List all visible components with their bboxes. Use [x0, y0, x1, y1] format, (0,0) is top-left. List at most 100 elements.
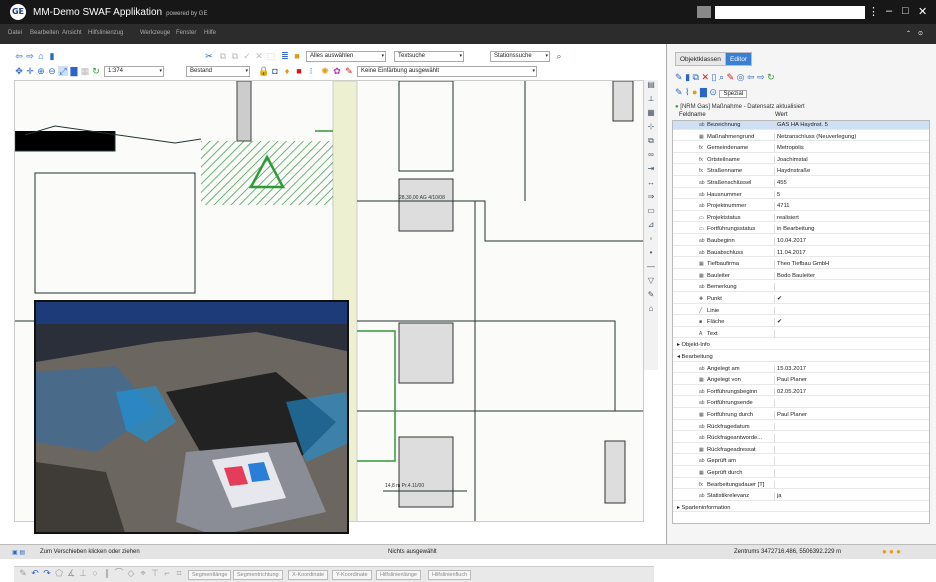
field-value[interactable]: Theo Tiefbau GmbH	[774, 260, 909, 269]
field-value[interactable]: 5	[774, 190, 909, 199]
field-value[interactable]: GAS HA Haydnst. 5	[774, 121, 909, 129]
bracket-icon[interactable]: ⌐	[162, 568, 172, 578]
tool-move-icon[interactable]: ⇒	[644, 192, 658, 206]
field-value[interactable]: 02.05.2017	[774, 387, 909, 396]
forward-icon[interactable]: ⇨	[25, 51, 35, 61]
layer-dropdown[interactable]: Bestand ▾	[186, 66, 250, 77]
para-icon[interactable]: ∥	[102, 568, 112, 578]
bookmark-icon[interactable]: ▯	[712, 72, 717, 82]
field-value[interactable]	[774, 422, 909, 431]
grid-row[interactable]: ab Fortführungsbeginn 02.05.2017	[673, 387, 929, 397]
print-icon[interactable]: ▇	[69, 66, 79, 76]
close-button[interactable]: ✕	[918, 5, 927, 18]
menu-hilfslinienzug[interactable]: Hilfslinienzug	[88, 30, 123, 36]
textsearch-dropdown[interactable]: Textsuche ▾	[394, 51, 464, 62]
field-value[interactable]	[774, 329, 909, 338]
x-coordinate-button[interactable]: X-Koordinate	[288, 570, 329, 580]
field-value[interactable]	[774, 445, 909, 454]
save-icon[interactable]: ▮	[685, 72, 690, 82]
folder-icon[interactable]: ■	[292, 51, 302, 61]
tool-snap-icon[interactable]: ⊹	[644, 122, 658, 136]
grid-row[interactable]: ab Angelegt am 15.03.2017	[673, 364, 929, 374]
menu-ansicht[interactable]: Ansicht	[62, 30, 82, 36]
field-value[interactable]: 11.04.2017	[774, 248, 909, 257]
move-icon[interactable]: ✛	[25, 66, 35, 76]
binoculars-icon[interactable]: ◎	[737, 72, 745, 82]
scale-dropdown[interactable]: 1:374 ▾	[104, 66, 164, 77]
grid-row[interactable]: ab Rückfragedatum	[673, 422, 929, 432]
camera-icon[interactable]: ◘	[270, 66, 280, 76]
grid-row[interactable]: ■ Fläche ✔	[673, 318, 929, 327]
curve-icon[interactable]: ⌒	[114, 568, 124, 578]
field-value[interactable]: 4711	[774, 202, 909, 211]
tool-layers-icon[interactable]: ▤	[644, 80, 658, 94]
node-icon[interactable]: ◇	[126, 568, 136, 578]
pen-icon[interactable]: ✎	[727, 72, 735, 82]
zoom-extent-icon[interactable]: ⤢	[58, 66, 68, 76]
tool-grid-icon[interactable]: ▦	[644, 108, 658, 122]
tab-editor[interactable]: Editor	[725, 52, 752, 66]
print-icon[interactable]: ▇	[700, 87, 707, 97]
field-value[interactable]: Haydnstraße	[774, 167, 909, 176]
field-value[interactable]: ja	[774, 492, 909, 501]
back-icon[interactable]: ⇦	[14, 51, 24, 61]
stationsearch-dropdown[interactable]: Stationssuche ▾	[490, 51, 550, 62]
grid-row[interactable]: ▦ Maßnahmengrund Netzanschluss (Neuverlegu…	[673, 132, 929, 142]
grid-row[interactable]: ab Fortführungsende	[673, 399, 929, 409]
menu-datei[interactable]: Datei	[8, 30, 22, 36]
grid-row[interactable]: ▦ Tiefbaufirma Theo Tiefbau GmbH	[673, 260, 929, 269]
zoom-icon[interactable]: ⌕	[719, 72, 724, 82]
grid-snap-icon[interactable]: ⌗	[174, 568, 184, 578]
marker-icon[interactable]: ●	[692, 87, 697, 97]
guideline-flight-button[interactable]: Hilfslinienfluch	[428, 570, 472, 580]
tool-lock-icon[interactable]: ⌂	[644, 304, 658, 318]
field-value[interactable]	[774, 469, 909, 477]
tool-arrow-icon[interactable]: ↔	[644, 178, 658, 192]
home-icon[interactable]: ⌂	[36, 51, 46, 61]
tool-pen-icon[interactable]: ✎	[644, 290, 658, 304]
perp-icon[interactable]: ⊥	[78, 568, 88, 578]
field-value[interactable]: 10.04.2017	[774, 237, 909, 245]
tool-node-icon[interactable]: ◦	[644, 234, 658, 248]
minimize-button[interactable]: –	[886, 5, 892, 17]
field-value[interactable]	[774, 306, 909, 315]
tool-copy-icon[interactable]: ⧉	[644, 136, 658, 150]
grid-row[interactable]: ab Bezeichnung GAS HA Haydnst. 5	[673, 121, 929, 130]
grid-row[interactable]: ✚ Punkt ✔	[673, 295, 929, 304]
grid-row[interactable]: fx Gemeindename Metropolis	[673, 144, 929, 153]
menu-werkzeuge[interactable]: Werkzeuge	[140, 30, 170, 36]
grid-row[interactable]: fx Straßenname Haydnstraße	[673, 167, 929, 177]
field-value[interactable]	[774, 283, 909, 292]
field-value[interactable]: 455	[774, 179, 909, 187]
zoom-out-icon[interactable]: ⊖	[47, 66, 57, 76]
style-icon[interactable]: ✿	[332, 66, 342, 76]
brush-icon[interactable]: ⌇	[685, 87, 689, 97]
palette-icon[interactable]: ✺	[320, 66, 330, 76]
bulb-icon[interactable]: ♦	[282, 66, 292, 76]
grid-row[interactable]: fx Ortsteilname Joachimstal	[673, 155, 929, 165]
grid-row[interactable]: ab Bauabschluss 11.04.2017	[673, 248, 929, 258]
field-value[interactable]: Netzanschluss (Neuverlegung)	[774, 132, 909, 141]
field-value[interactable]: realisiert	[774, 213, 909, 222]
grid-row[interactable]: ▦ Geprüft durch	[673, 469, 929, 478]
grid-row[interactable]: ▦ Bauleiter Bodo Bauleiter	[673, 271, 929, 281]
grid-icon[interactable]: ▦	[80, 66, 90, 76]
nav-forward-icon[interactable]: ⇨	[757, 72, 765, 82]
tool-measure-icon[interactable]: ⟂	[644, 94, 658, 108]
grid-row[interactable]: ▸ Sparteninformation	[673, 504, 929, 513]
field-value[interactable]: Joachimstal	[774, 155, 909, 164]
brush-icon[interactable]: ✎	[344, 66, 354, 76]
bookmark-icon[interactable]: ▮	[47, 51, 57, 61]
zoom-in-icon[interactable]: ⊕	[36, 66, 46, 76]
grid-row[interactable]: ab Straßenschlüssel 455	[673, 179, 929, 188]
undo-icon[interactable]: ↶	[30, 568, 40, 578]
field-value[interactable]: Metropolis	[774, 144, 909, 153]
field-value[interactable]	[774, 457, 909, 466]
grid-row[interactable]: ▦ Fortführung durch Paul Planer	[673, 411, 929, 420]
delete-icon[interactable]: ✕	[701, 72, 709, 82]
shape-icon[interactable]: ⬠	[54, 568, 64, 578]
cut-icon[interactable]: ✂	[204, 51, 214, 61]
grid-row[interactable]: ab Projektnummer 4711	[673, 202, 929, 211]
grid-row[interactable]: A Text	[673, 329, 929, 339]
tool-rect-icon[interactable]: ▭	[644, 206, 658, 220]
